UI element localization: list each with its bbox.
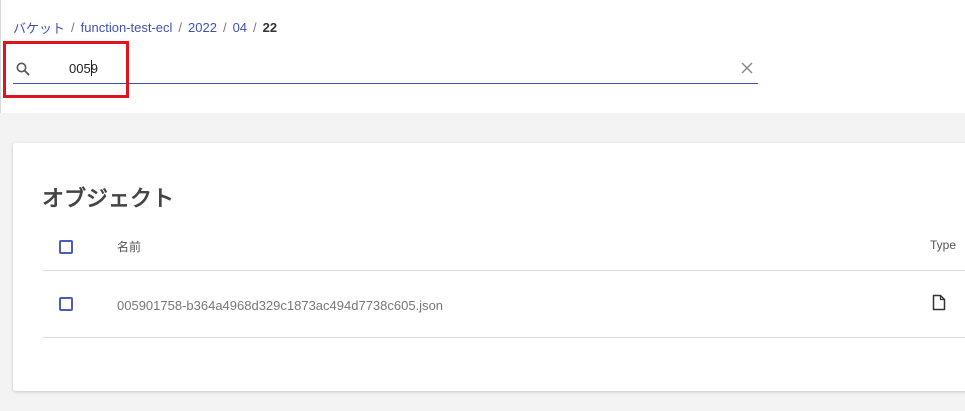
breadcrumb-separator: /: [253, 19, 257, 35]
column-header-name[interactable]: 名前: [117, 238, 141, 255]
breadcrumb-separator: /: [222, 19, 227, 35]
file-icon: [932, 294, 946, 311]
breadcrumb-current-day: 22: [262, 19, 278, 35]
search-input[interactable]: [69, 58, 669, 78]
header: バケット / function-test-ecl / 2022 / 04 / 2…: [0, 0, 965, 113]
breadcrumb-separator: /: [178, 19, 183, 35]
breadcrumb-item-year[interactable]: 2022: [188, 20, 217, 35]
select-all-checkbox[interactable]: [59, 240, 73, 254]
breadcrumb-item-month[interactable]: 04: [233, 20, 247, 35]
column-header-type[interactable]: Type: [930, 238, 956, 252]
table-row[interactable]: 005901758-b364a4968d329c1873ac494d7738c6…: [43, 271, 965, 338]
objects-title: オブジェクト: [42, 186, 175, 211]
row-checkbox[interactable]: [59, 297, 73, 311]
breadcrumb-item-bucket[interactable]: バケット: [13, 18, 65, 37]
highlight-annotation-box: [3, 41, 129, 98]
storage-browser-page: バケット / function-test-ecl / 2022 / 04 / 2…: [0, 0, 965, 411]
breadcrumb-separator: /: [71, 19, 75, 35]
table-header-row: 名前 Type: [43, 225, 965, 271]
object-name-link[interactable]: 005901758-b364a4968d329c1873ac494d7738c6…: [117, 298, 443, 313]
breadcrumb-item-bucket-name[interactable]: function-test-ecl: [81, 20, 173, 35]
close-icon[interactable]: [740, 61, 754, 75]
objects-card: オブジェクト 名前 Type 005901758-b364a4968d329c1…: [13, 143, 965, 391]
breadcrumb: バケット / function-test-ecl / 2022 / 04 / 2…: [13, 17, 277, 37]
